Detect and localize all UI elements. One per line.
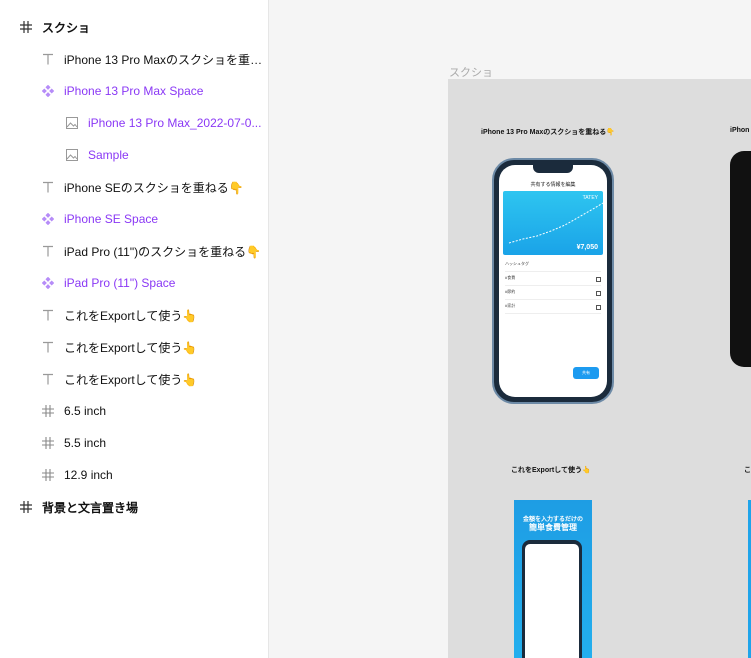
checkbox-icon [596, 291, 601, 296]
poster-phone-screen [525, 544, 579, 658]
screen-chart: TATEY ¥7,050 [503, 191, 604, 255]
layer-text[interactable]: これをExportして使う👆 [0, 331, 268, 363]
frame-icon [40, 467, 56, 483]
layer-text[interactable]: iPhone SEのスクショを重ねる👇 [0, 171, 268, 203]
screen-row: #節約 [505, 289, 601, 300]
screen-title: 共有する情報を編集 [530, 182, 576, 188]
checkbox-icon [596, 305, 601, 310]
layer-label: iPhone 13 Pro Max_2022-07-0... [88, 116, 262, 130]
artboard-frame[interactable]: iPhone 13 Pro Maxのスクショを重ねる👇 iPhon 共有する情報… [448, 79, 751, 658]
layer-label: Sample [88, 148, 129, 162]
layer-frame-background[interactable]: 背景と文言置き場 [0, 491, 268, 523]
screen-section: ハッシュタグ [505, 261, 601, 272]
layer-text[interactable]: これをExportして使う👆 [0, 363, 268, 395]
layer-label: iPhone 13 Pro Maxのスクショを重ね... [64, 52, 268, 67]
section-label: ハッシュタグ [505, 261, 529, 266]
row-label: #家計 [505, 303, 516, 308]
layer-image[interactable]: iPhone 13 Pro Max_2022-07-0... [0, 107, 268, 139]
caption-bottom-right: こ [744, 467, 751, 474]
layer-image[interactable]: Sample [0, 139, 268, 171]
layer-label: 12.9 inch [64, 468, 113, 482]
layer-label: 5.5 inch [64, 436, 107, 450]
layer-label: 背景と文言置き場 [42, 500, 139, 515]
row-label: #節約 [505, 289, 516, 294]
layer-label: iPhone SE Space [64, 212, 159, 226]
layer-label: iPhone SEのスクショを重ねる👇 [64, 180, 244, 195]
text-icon [40, 339, 56, 355]
layer-label: iPhone 13 Pro Max Space [64, 84, 204, 98]
checkbox-icon [596, 277, 601, 282]
layer-label: iPad Pro (11") Space [64, 276, 176, 290]
text-icon [40, 371, 56, 387]
frame-icon [18, 19, 34, 35]
screen-price: ¥7,050 [576, 244, 598, 251]
phone-mockup-dark[interactable] [730, 151, 751, 367]
screen-row: #食費 [505, 275, 601, 286]
layer-text[interactable]: これをExportして使う👆 [0, 299, 268, 331]
component-icon [40, 211, 56, 227]
layer-frame[interactable]: 12.9 inch [0, 459, 268, 491]
image-icon [64, 115, 80, 131]
component-icon [40, 275, 56, 291]
layer-label: これをExportして使う👆 [64, 372, 198, 387]
poster-phone [522, 540, 582, 658]
layer-text[interactable]: iPhone 13 Pro Maxのスクショを重ね... [0, 43, 268, 75]
layer-frame[interactable]: 6.5 inch [0, 395, 268, 427]
poster-line2: 簡単食費管理 [529, 523, 577, 532]
layer-component[interactable]: iPad Pro (11") Space [0, 267, 268, 299]
design-canvas[interactable]: スクショ iPhone 13 Pro Maxのスクショを重ねる👇 iPhon 共… [269, 0, 751, 658]
image-icon [64, 147, 80, 163]
text-icon [40, 179, 56, 195]
export-poster[interactable]: 金額を入力するだけの 簡単食費管理 [514, 500, 592, 658]
row-label: #食費 [505, 275, 516, 280]
screen-brand: TATEY [582, 195, 598, 201]
layer-frame-sukusho[interactable]: スクショ [0, 11, 268, 43]
phone-notch [533, 165, 573, 173]
layer-label: スクショ [42, 20, 91, 35]
frame-icon [18, 499, 34, 515]
share-button: 共有 [573, 367, 599, 379]
frame-label[interactable]: スクショ [449, 64, 493, 80]
phone-mockup[interactable]: 共有する情報を編集 TATEY ¥7,050 ハッシュタグ #食費 #節約 #家… [492, 158, 614, 404]
layer-label: 6.5 inch [64, 404, 107, 418]
layer-label: これをExportして使う👆 [64, 308, 198, 323]
caption-top: iPhone 13 Pro Maxのスクショを重ねる👇 [481, 129, 615, 136]
layer-label: これをExportして使う👆 [64, 340, 198, 355]
phone-screen: 共有する情報を編集 TATEY ¥7,050 ハッシュタグ #食費 #節約 #家… [499, 165, 607, 397]
text-icon [40, 243, 56, 259]
frame-icon [40, 435, 56, 451]
frame-icon [40, 403, 56, 419]
screen-row: #家計 [505, 303, 601, 314]
component-icon [40, 83, 56, 99]
layer-frame[interactable]: 5.5 inch [0, 427, 268, 459]
layer-label: iPad Pro (11")のスクショを重ねる👇 [64, 244, 262, 259]
layer-component[interactable]: iPhone SE Space [0, 203, 268, 235]
layers-panel: スクショ iPhone 13 Pro Maxのスクショを重ね... iPhone… [0, 0, 269, 658]
layer-text[interactable]: iPad Pro (11")のスクショを重ねる👇 [0, 235, 268, 267]
caption-bottom: これをExportして使う👆 [511, 467, 591, 474]
layer-component[interactable]: iPhone 13 Pro Max Space [0, 75, 268, 107]
text-icon [40, 307, 56, 323]
caption-top-right: iPhon [730, 127, 750, 134]
text-icon [40, 51, 56, 67]
